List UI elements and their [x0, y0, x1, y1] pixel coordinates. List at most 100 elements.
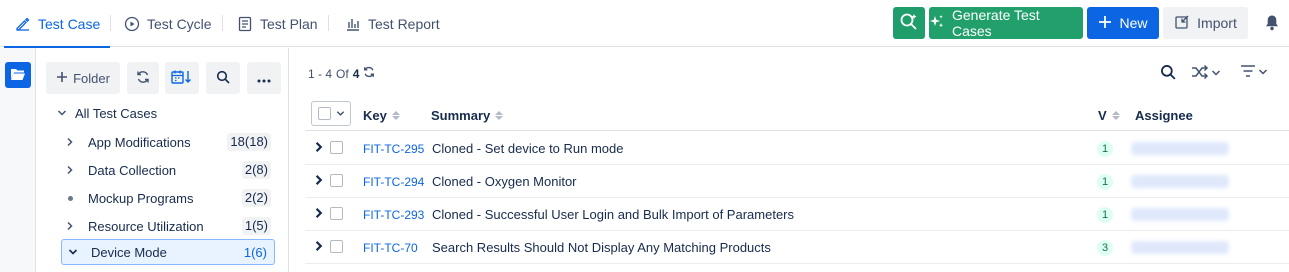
tree-item-label: Data Collection — [88, 162, 177, 178]
ai-search-icon — [899, 12, 919, 35]
chevron-right-icon[interactable] — [313, 141, 325, 153]
generate-test-cases-button[interactable]: Generate Test Cases — [929, 7, 1083, 39]
row-checkbox[interactable] — [330, 207, 343, 220]
ai-assistant-button[interactable] — [893, 7, 925, 39]
search-icon — [1160, 64, 1176, 83]
chevron-right-icon[interactable] — [313, 240, 325, 252]
tree-item-count: 2(8) — [241, 161, 271, 179]
tree-item-count: 18(18) — [227, 133, 271, 151]
table-row[interactable]: FIT-TC-294 Cloned - Oxygen Monitor 1 — [305, 165, 1289, 198]
folder-open-icon — [10, 67, 26, 84]
tree-item-label: Mockup Programs — [88, 190, 194, 206]
table-header: Key Summary V Assignee — [305, 98, 1289, 131]
add-folder-button[interactable]: Folder — [46, 62, 120, 94]
assignee-avatar-name — [1131, 175, 1229, 188]
tree-item-count: 1(5) — [241, 217, 271, 235]
folder-search-button[interactable] — [206, 62, 240, 94]
shuffle-menu-button[interactable] — [1191, 64, 1221, 83]
import-button[interactable]: Import — [1163, 7, 1248, 39]
sort-by-date-button[interactable] — [165, 62, 199, 94]
tree-item-mockup-programs[interactable]: Mockup Programs 2(2) — [63, 185, 275, 211]
test-case-summary[interactable]: Cloned - Successful User Login and Bulk … — [432, 207, 794, 222]
test-case-key-link[interactable]: FIT-TC-70 — [363, 241, 418, 255]
import-icon — [1174, 14, 1190, 33]
row-checkbox[interactable] — [330, 174, 343, 187]
tree-item-label: Resource Utilization — [88, 218, 204, 234]
bar-chart-icon — [344, 15, 362, 33]
refresh-button[interactable] — [127, 62, 159, 94]
folder-label: Folder — [73, 70, 110, 86]
table-search-button[interactable] — [1160, 64, 1176, 83]
chevron-down-icon — [1258, 65, 1268, 80]
sparkle-icon — [929, 14, 945, 33]
column-header-summary[interactable]: Summary — [431, 108, 504, 123]
generate-label: Generate Test Cases — [952, 7, 1040, 39]
divider — [110, 15, 111, 31]
column-header-assignee[interactable]: Assignee — [1135, 108, 1193, 123]
assignee-avatar-name — [1131, 142, 1229, 155]
tab-test-case[interactable]: Test Case — [3, 0, 111, 48]
tab-test-plan[interactable]: Test Plan — [236, 0, 318, 47]
import-label: Import — [1197, 15, 1237, 31]
chevron-right-icon[interactable] — [313, 207, 325, 219]
tab-test-cycle[interactable]: Test Cycle — [123, 0, 212, 47]
pagination-info: 1 - 4 Of 4 — [308, 66, 375, 81]
select-all-dropdown[interactable] — [311, 101, 351, 126]
test-case-key-link[interactable]: FIT-TC-293 — [363, 208, 424, 222]
chevron-down-icon — [66, 247, 80, 257]
filter-menu-button[interactable] — [1240, 64, 1268, 81]
tree-root-all-test-cases[interactable]: All Test Cases — [57, 106, 157, 121]
document-icon — [236, 15, 254, 33]
tree-item-count: 1(6) — [243, 245, 267, 260]
table-row[interactable]: FIT-TC-293 Cloned - Successful User Logi… — [305, 198, 1289, 231]
test-case-summary[interactable]: Cloned - Set device to Run mode — [432, 141, 624, 156]
chevron-right-icon — [63, 221, 77, 231]
sort-icon — [495, 111, 504, 120]
assignee-avatar-name — [1131, 241, 1229, 254]
row-checkbox[interactable] — [330, 240, 343, 253]
column-header-key[interactable]: Key — [363, 108, 400, 123]
filter-icon — [1240, 64, 1256, 81]
chevron-down-icon — [57, 106, 67, 121]
new-button[interactable]: New — [1087, 7, 1159, 39]
sort-icon — [1111, 111, 1120, 120]
pager-of: Of — [336, 66, 349, 81]
tab-label: Test Plan — [260, 15, 318, 32]
notification-bell-icon[interactable] — [1264, 14, 1282, 32]
table-row[interactable]: FIT-TC-70 Search Results Should Not Disp… — [305, 231, 1289, 264]
tree-item-resource-utilization[interactable]: Resource Utilization 1(5) — [63, 213, 275, 239]
tree-item-device-mode[interactable]: Device Mode 1(6) — [61, 239, 275, 265]
test-case-key-link[interactable]: FIT-TC-295 — [363, 142, 424, 156]
version-badge: 1 — [1097, 207, 1113, 223]
top-nav-bar: Test Case Test Cycle Test Plan Test Repo… — [0, 0, 1289, 48]
more-options-button[interactable] — [247, 62, 281, 94]
test-case-summary[interactable]: Cloned - Oxygen Monitor — [432, 174, 577, 189]
chevron-right-icon[interactable] — [313, 174, 325, 186]
tree-item-app-modifications[interactable]: App Modifications 18(18) — [63, 129, 275, 155]
tab-label: Test Cycle — [147, 15, 212, 32]
test-case-key-link[interactable]: FIT-TC-294 — [363, 175, 424, 189]
pager-range: 1 - 4 — [308, 66, 333, 81]
pager-total: 4 — [352, 66, 360, 81]
tree-item-data-collection[interactable]: Data Collection 2(8) — [63, 157, 275, 183]
more-horizontal-icon — [257, 71, 271, 86]
new-label: New — [1119, 15, 1148, 31]
chevron-down-icon — [336, 106, 345, 121]
folder-view-button[interactable] — [5, 62, 31, 88]
version-badge: 1 — [1097, 174, 1113, 190]
tab-test-report[interactable]: Test Report — [344, 0, 440, 47]
chevron-down-icon — [1211, 66, 1221, 81]
calendar-sort-icon — [171, 69, 193, 88]
select-all-checkbox[interactable] — [317, 107, 331, 120]
row-checkbox[interactable] — [330, 141, 343, 154]
play-circle-icon — [123, 15, 141, 33]
column-header-version[interactable]: V — [1098, 108, 1120, 123]
table-row[interactable]: FIT-TC-295 Cloned - Set device to Run mo… — [305, 132, 1289, 165]
plus-icon — [56, 71, 68, 86]
divider — [222, 15, 223, 31]
column-label: V — [1098, 108, 1107, 123]
refresh-icon[interactable] — [363, 66, 375, 81]
tree-root-label: All Test Cases — [75, 106, 158, 121]
edit-icon — [14, 15, 32, 33]
test-case-summary[interactable]: Search Results Should Not Display Any Ma… — [432, 240, 771, 255]
